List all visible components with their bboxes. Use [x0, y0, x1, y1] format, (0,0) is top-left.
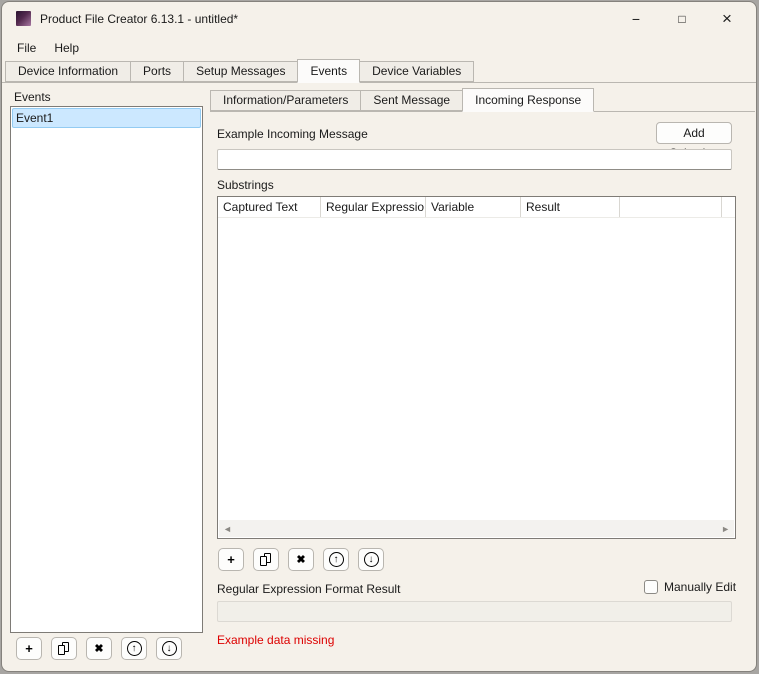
- events-panel-label: Events: [14, 90, 51, 104]
- app-window: Product File Creator 6.13.1 - untitled* …: [1, 1, 757, 672]
- column-header-regular-expression[interactable]: Regular Expressio: [321, 197, 426, 217]
- title-bar[interactable]: Product File Creator 6.13.1 - untitled* …: [2, 2, 756, 36]
- tab-events[interactable]: Events: [297, 59, 360, 83]
- manually-edit-checkbox[interactable]: [644, 580, 658, 594]
- column-header-result[interactable]: Result: [521, 197, 620, 217]
- column-header-captured-text[interactable]: Captured Text: [218, 197, 321, 217]
- regex-format-result-label: Regular Expression Format Result: [217, 582, 400, 596]
- main-tab-strip: Device Information Ports Setup Messages …: [2, 60, 757, 83]
- column-header-blank[interactable]: [620, 197, 722, 217]
- error-message: Example data missing: [217, 633, 334, 647]
- plus-icon: +: [25, 641, 33, 656]
- move-substring-down-button[interactable]: ↓: [358, 548, 384, 571]
- arrow-up-circle-icon: ↑: [127, 641, 142, 656]
- arrow-down-circle-icon: ↓: [364, 552, 379, 567]
- menu-bar: File Help: [8, 38, 88, 60]
- example-incoming-message-input[interactable]: [217, 149, 732, 170]
- tab-device-variables[interactable]: Device Variables: [359, 61, 474, 82]
- arrow-down-circle-icon: ↓: [162, 641, 177, 656]
- add-substring-button[interactable]: +: [218, 548, 244, 571]
- scroll-left-icon[interactable]: ◄: [223, 524, 232, 534]
- minimize-icon: −: [632, 11, 640, 27]
- arrow-up-circle-icon: ↑: [329, 552, 344, 567]
- plus-icon: +: [227, 552, 235, 567]
- close-button[interactable]: ×: [705, 3, 749, 35]
- app-icon: [16, 11, 31, 26]
- regex-format-result-input[interactable]: [217, 601, 732, 622]
- substrings-toolbar: + ✖ ↑ ↓: [218, 548, 384, 571]
- delete-icon: ✖: [94, 642, 103, 655]
- horizontal-scrollbar[interactable]: ◄ ►: [219, 520, 734, 537]
- events-toolbar: + ✖ ↑ ↓: [16, 637, 182, 660]
- delete-substring-button[interactable]: ✖: [288, 548, 314, 571]
- move-substring-up-button[interactable]: ↑: [323, 548, 349, 571]
- substrings-table-header: Captured Text Regular Expressio Variable…: [218, 197, 735, 218]
- close-icon: ×: [722, 9, 732, 29]
- tab-incoming-response[interactable]: Incoming Response: [462, 88, 594, 112]
- substrings-label: Substrings: [217, 178, 274, 192]
- menu-file[interactable]: File: [8, 38, 45, 60]
- tab-information-parameters[interactable]: Information/Parameters: [210, 90, 361, 111]
- manually-edit-control[interactable]: Manually Edit: [644, 580, 736, 594]
- tab-ports[interactable]: Ports: [130, 61, 184, 82]
- duplicate-event-button[interactable]: [51, 637, 77, 660]
- duplicate-icon: [260, 553, 272, 567]
- substrings-table[interactable]: Captured Text Regular Expressio Variable…: [217, 196, 736, 539]
- maximize-button[interactable]: □: [660, 3, 704, 35]
- scroll-right-icon[interactable]: ►: [721, 524, 730, 534]
- menu-help[interactable]: Help: [45, 38, 88, 60]
- add-event-button[interactable]: +: [16, 637, 42, 660]
- add-selection-button[interactable]: Add Selection: [656, 122, 732, 144]
- maximize-icon: □: [678, 12, 685, 26]
- tab-sent-message[interactable]: Sent Message: [360, 90, 463, 111]
- move-event-up-button[interactable]: ↑: [121, 637, 147, 660]
- tab-device-information[interactable]: Device Information: [5, 61, 131, 82]
- detail-tab-strip: Information/Parameters Sent Message Inco…: [210, 89, 755, 112]
- list-item-event1[interactable]: Event1: [12, 108, 201, 128]
- manually-edit-label: Manually Edit: [664, 580, 736, 594]
- duplicate-icon: [58, 642, 70, 656]
- window-title: Product File Creator 6.13.1 - untitled*: [40, 12, 238, 26]
- tab-setup-messages[interactable]: Setup Messages: [183, 61, 298, 82]
- delete-event-button[interactable]: ✖: [86, 637, 112, 660]
- move-event-down-button[interactable]: ↓: [156, 637, 182, 660]
- duplicate-substring-button[interactable]: [253, 548, 279, 571]
- minimize-button[interactable]: −: [614, 3, 658, 35]
- events-list[interactable]: Event1: [10, 106, 203, 633]
- column-header-variable[interactable]: Variable: [426, 197, 521, 217]
- example-incoming-message-label: Example Incoming Message: [217, 127, 368, 141]
- delete-icon: ✖: [296, 553, 305, 566]
